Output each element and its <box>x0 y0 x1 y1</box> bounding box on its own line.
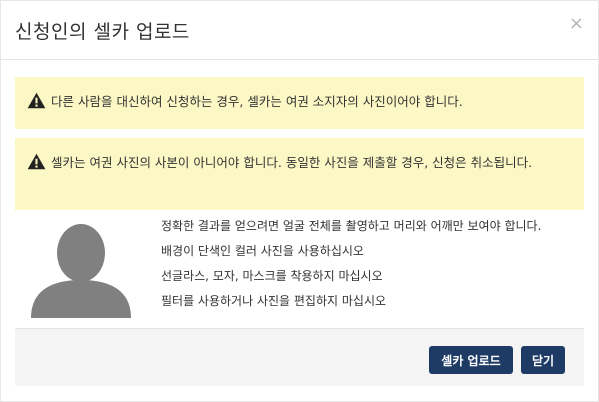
photo-guidelines-list: 정확한 결과를 얻으려면 얼굴 전체를 촬영하고 머리와 어깨만 보여야 합니다… <box>161 214 541 314</box>
warning-icon <box>27 92 46 109</box>
close-icon[interactable]: × <box>569 15 584 33</box>
upload-selfie-button[interactable]: 셀카 업로드 <box>429 346 513 374</box>
guideline-item: 필터를 사용하거나 사진을 편집하지 마십시오 <box>161 294 387 308</box>
warning-alert-text: 다른 사람을 대신하여 신청하는 경우, 셀카는 여권 소지자의 사진이어야 합… <box>51 94 463 109</box>
guideline-item: 선글라스, 모자, 마스크를 착용하지 마십시오 <box>161 269 383 283</box>
warning-alert-proxy: 다른 사람을 대신하여 신청하는 경우, 셀카는 여권 소지자의 사진이어야 합… <box>15 77 584 129</box>
dialog-header: 신청인의 셀카 업로드 × <box>1 1 598 60</box>
guideline-item: 배경이 단색인 컬러 사진을 사용하십시오 <box>161 244 364 258</box>
dialog-footer: 셀카 업로드 닫기 <box>15 328 584 386</box>
upload-selfie-dialog: 신청인의 셀카 업로드 × 다른 사람을 대신하여 신청하는 경우, 셀카는 여… <box>0 0 599 402</box>
warning-icon <box>27 153 46 170</box>
warning-alert-text: 셀카는 여권 사진의 사본이 아니어야 합니다. 동일한 사진을 제출할 경우,… <box>51 155 533 170</box>
guideline-item: 정확한 결과를 얻으려면 얼굴 전체를 촬영하고 머리와 어깨만 보여야 합니다… <box>161 219 542 233</box>
warning-alert-copy: 셀카는 여권 사진의 사본이 아니어야 합니다. 동일한 사진을 제출할 경우,… <box>15 138 584 210</box>
dialog-title: 신청인의 셀카 업로드 <box>15 21 190 43</box>
user-avatar-icon <box>31 224 131 318</box>
close-button[interactable]: 닫기 <box>521 346 565 374</box>
